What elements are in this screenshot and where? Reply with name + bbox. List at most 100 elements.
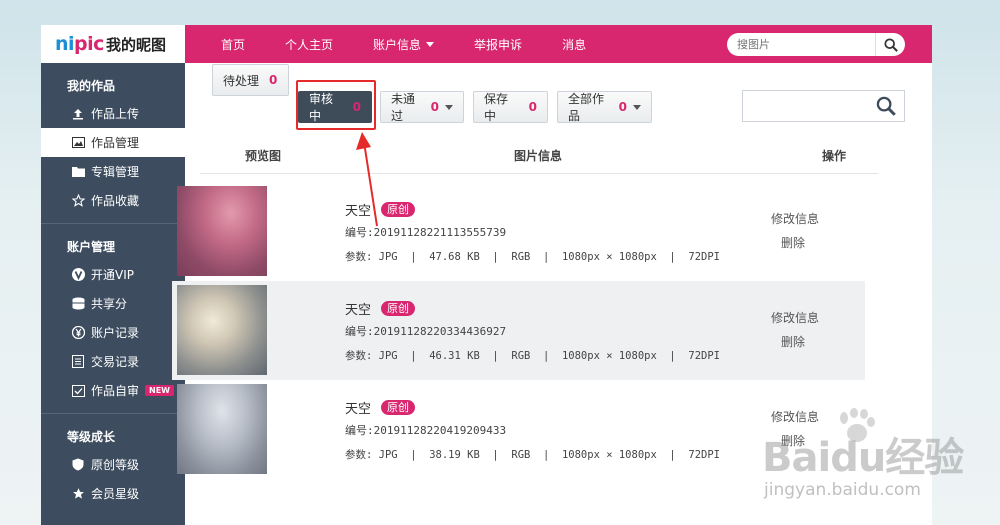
image-params: 参数: JPG | 47.68 KB | RGB | 1080px × 1080… [345, 251, 721, 263]
tab-label: 保存中 [484, 92, 509, 123]
yen-icon [71, 326, 85, 340]
image-info: 天空 原创 编号:20191128220419209433 参数: JPG | 3… [345, 398, 720, 462]
sidebar-item-share-points[interactable]: 共享分 [41, 289, 185, 318]
nav-personal-home[interactable]: 个人主页 [285, 36, 333, 53]
highlight-annotation-box [296, 80, 376, 130]
sidebar-item-label: 账户记录 [91, 326, 140, 340]
edit-info-link[interactable]: 修改信息 [771, 210, 819, 227]
row-actions: 修改信息 删除 [771, 309, 819, 357]
delete-link[interactable]: 删除 [771, 333, 819, 350]
image-id: 20191128220334436927 [373, 325, 507, 338]
nav-report[interactable]: 举报申诉 [474, 36, 522, 53]
image-params: 参数: JPG | 38.19 KB | RGB | 1080px × 1080… [345, 449, 721, 461]
works-search-box [742, 90, 905, 122]
sidebar-item-works-manage[interactable]: 作品管理 [41, 128, 185, 157]
tab-count: 0 [528, 100, 537, 114]
sidebar-item-vip[interactable]: 开通VIP [41, 260, 185, 289]
sidebar-item-album-manage[interactable]: 专辑管理 [41, 157, 185, 186]
tab-label: 待处理 [223, 73, 260, 88]
folder-icon [71, 165, 85, 179]
sidebar-item-original-level[interactable]: 原创等级 [41, 450, 185, 479]
table-row: 天空 原创 编号:20191128221113555739 参数: JPG | 4… [172, 182, 865, 281]
sidebar-item-label: 共享分 [91, 297, 128, 311]
sidebar-section-title: 我的作品 [67, 79, 116, 93]
logo-brand: nipic [55, 33, 104, 55]
sidebar-item-upload[interactable]: 作品上传 [41, 99, 185, 128]
baidu-watermark: Baidu经验 jingyan.baidu.com [762, 400, 1000, 525]
image-title: 天空 [345, 402, 372, 417]
vip-icon [71, 268, 85, 282]
thumbnail-image[interactable] [177, 186, 267, 276]
ledger-icon [71, 355, 85, 369]
tab-label: 全部作品 [568, 92, 605, 123]
chevron-down-icon [445, 104, 453, 110]
tab-label: 未通过 [391, 92, 416, 123]
tab-pending[interactable]: 待处理 0 [212, 64, 289, 96]
sidebar-item-transactions[interactable]: 交易记录 [41, 347, 185, 376]
logo[interactable]: nipic 我的昵图 [41, 25, 185, 63]
chevron-down-icon [633, 104, 641, 110]
sidebar-item-label: 作品自审 [91, 384, 140, 398]
sidebar-section-works: 我的作品 作品上传 作品管理 专辑管理 作品收藏 [41, 63, 185, 224]
image-info: 天空 原创 编号:20191128221113555739 参数: JPG | 4… [345, 200, 720, 264]
works-search-button[interactable] [876, 96, 896, 119]
new-badge: NEW [145, 385, 174, 396]
image-title: 天空 [345, 303, 372, 318]
sidebar-item-favorites[interactable]: 作品收藏 [41, 186, 185, 215]
sidebar-section-title: 等级成长 [67, 430, 116, 444]
row-actions: 修改信息 删除 [771, 210, 819, 258]
main-nav: 首页 个人主页 账户信息 举报申诉 消息 [221, 25, 626, 63]
tab-rejected[interactable]: 未通过 0 [380, 91, 464, 123]
nav-account-info[interactable]: 账户信息 [373, 36, 435, 53]
sidebar-item-label: 原创等级 [91, 458, 140, 472]
edit-info-link[interactable]: 修改信息 [771, 309, 819, 326]
id-label: 编号: [345, 325, 374, 338]
sidebar-section-growth: 等级成长 原创等级 会员星级 [41, 414, 185, 508]
logo-title: 我的昵图 [105, 35, 166, 54]
sidebar-item-self-review[interactable]: 作品自审 NEW [41, 376, 185, 405]
search-icon [883, 37, 898, 52]
coins-icon [71, 297, 85, 311]
sidebar-item-label: 作品管理 [91, 136, 140, 150]
review-icon [71, 384, 85, 398]
top-search-input[interactable] [737, 38, 877, 51]
red-arrow-annotation [356, 132, 378, 227]
shield-icon [71, 458, 85, 472]
tab-all-works[interactable]: 全部作品 0 [557, 91, 652, 123]
tab-saving[interactable]: 保存中 0 [473, 91, 548, 123]
star-icon [71, 487, 85, 501]
divider [200, 173, 878, 174]
sidebar-item-label: 交易记录 [91, 355, 140, 369]
watermark-main: Baidu经验 [762, 435, 964, 481]
tab-count: 0 [269, 73, 278, 87]
sidebar-item-label: 开通VIP [91, 268, 134, 282]
works-search-input[interactable] [749, 91, 869, 119]
image-info: 天空 原创 编号:20191128220334436927 参数: JPG | 4… [345, 299, 720, 363]
nav-home[interactable]: 首页 [221, 36, 245, 53]
watermark-sub: jingyan.baidu.com [764, 480, 921, 500]
star-outline-icon [71, 194, 85, 208]
thumbnail-image[interactable] [177, 285, 267, 375]
chevron-down-icon [426, 41, 435, 47]
sidebar-item-member-stars[interactable]: 会员星级 [41, 479, 185, 508]
sidebar: 我的作品 作品上传 作品管理 专辑管理 作品收藏 账户管理 开通VIP 共享分 … [41, 63, 185, 525]
image-icon [71, 136, 85, 150]
top-search-button[interactable] [875, 33, 905, 56]
sidebar-item-label: 会员星级 [91, 487, 140, 501]
image-id: 20191128220419209433 [373, 424, 507, 437]
id-label: 编号: [345, 424, 374, 437]
original-badge: 原创 [381, 301, 416, 316]
nav-messages[interactable]: 消息 [562, 36, 586, 53]
tab-count: 0 [430, 100, 439, 114]
sidebar-item-account-records[interactable]: 账户记录 [41, 318, 185, 347]
table-row: 天空 原创 编号:20191128220334436927 参数: JPG | 4… [172, 281, 865, 380]
top-search-box [727, 33, 905, 56]
thumbnail-image[interactable] [177, 384, 267, 474]
header-preview: 预览图 [245, 149, 282, 163]
image-id: 20191128221113555739 [373, 226, 507, 239]
delete-link[interactable]: 删除 [771, 234, 819, 251]
upload-icon [71, 107, 85, 121]
sidebar-section-account: 账户管理 开通VIP 共享分 账户记录 交易记录 作品自审 NEW [41, 224, 185, 414]
header-info: 图片信息 [514, 149, 563, 163]
header-ops: 操作 [822, 149, 847, 163]
